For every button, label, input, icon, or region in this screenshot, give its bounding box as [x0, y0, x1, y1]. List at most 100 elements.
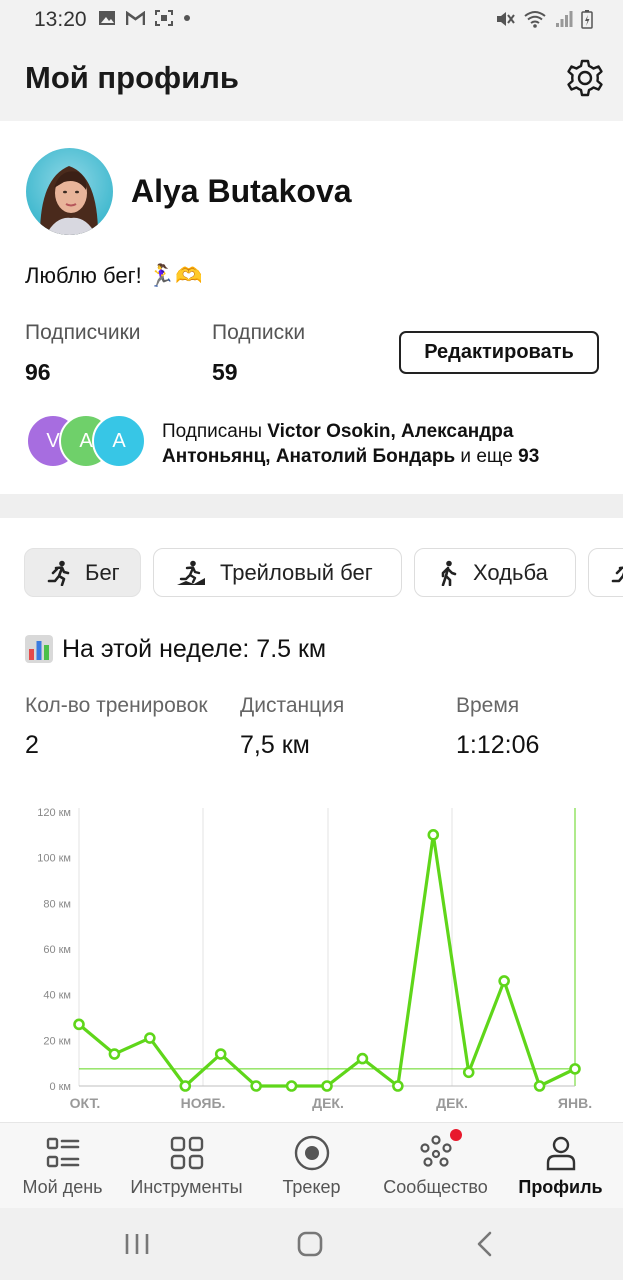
chart-y-tick-label: 80 км [43, 898, 71, 910]
bar-chart-icon [25, 635, 53, 663]
chart-point [285, 1080, 298, 1092]
distance-chart[interactable]: 0 км 20 км 40 км 60 км 80 км 100 км 120 км ОКТ.… [0, 800, 623, 1122]
gmail-icon [126, 10, 145, 25]
tab-running[interactable]: Бег [24, 548, 141, 597]
tab-label: Ходьба [473, 559, 548, 585]
chart-point [392, 1080, 404, 1092]
nav-community[interactable]: Сообщество [373, 1123, 498, 1209]
metric-value-workouts: 2 [25, 731, 39, 759]
metric-label-distance: Дистанция [240, 694, 345, 717]
mute-icon [497, 12, 515, 26]
battery-icon [581, 10, 593, 29]
chart-point [214, 1048, 227, 1060]
tracker-record-icon [294, 1135, 329, 1171]
wifi-icon [524, 11, 546, 28]
chart-x-tick-label: ДЕК. [312, 1095, 344, 1111]
chart-y-tick-label: 60 км [43, 944, 71, 956]
chart-x-tick-label: ОКТ. [70, 1095, 101, 1111]
chart-point [427, 829, 440, 841]
metric-value-time: 1:12:06 [456, 731, 540, 759]
status-notification-icons [98, 10, 191, 26]
tab-trail-running[interactable]: Трейловый бег [153, 548, 402, 597]
chart-y-tick-label: 100 км [37, 853, 71, 865]
chart-point [321, 1080, 333, 1092]
chart-point [569, 1063, 581, 1075]
chart-point [533, 1080, 546, 1092]
bio: Люблю бег! 🏃‍♀️🫶 [25, 263, 203, 289]
status-bar: 13:20 [0, 0, 623, 38]
running-icon [47, 560, 70, 586]
dot-icon [184, 15, 190, 21]
user-name: Alya Butakova [131, 173, 352, 209]
gear-icon [567, 59, 603, 97]
followed-more-count: 93 [518, 446, 540, 467]
followers-label[interactable]: Подписчики [25, 321, 141, 345]
distance-chart-svg: 0 км 20 км 40 км 60 км 80 км 100 км 120 км ОКТ.… [37, 807, 592, 1111]
tools-grid-icon [170, 1136, 203, 1170]
header: Мой профиль [0, 38, 623, 121]
chart-y-tick-label: 20 км [43, 1035, 71, 1047]
settings-button[interactable] [565, 58, 605, 98]
profile-card: Alya Butakova Люблю бег! 🏃‍♀️🫶 Подписчик… [0, 121, 623, 494]
home-icon [297, 1231, 323, 1257]
activity-tabs: Бег Трейловый бег Ходьба [24, 548, 623, 598]
chart-point [179, 1080, 192, 1092]
system-nav-bar [0, 1208, 623, 1280]
following-label[interactable]: Подписки [212, 321, 305, 345]
avatar[interactable] [26, 148, 113, 235]
followers-count[interactable]: 96 [25, 359, 51, 386]
tab-more-activity[interactable] [588, 548, 623, 597]
follower-avatars[interactable]: V A A [26, 414, 156, 468]
profile-icon [546, 1136, 575, 1171]
chart-point [498, 975, 510, 987]
back-icon [477, 1231, 492, 1257]
screenshot-icon [155, 10, 173, 26]
recent-apps-icon [125, 1234, 149, 1254]
tab-label: Бег [85, 559, 120, 585]
metric-label-time: Время [456, 694, 520, 717]
my-day-icon [46, 1137, 79, 1168]
followed-by-text[interactable]: Подписаны Victor Osokin, Александра Анто… [162, 419, 602, 469]
status-time: 13:20 [34, 8, 87, 31]
edit-profile-button[interactable]: Редактировать [399, 331, 599, 374]
tab-walking[interactable]: Ходьба [414, 548, 576, 597]
trail-running-icon [177, 560, 205, 585]
chart-point [250, 1080, 262, 1092]
chart-point [73, 1018, 85, 1031]
chart-x-tick-label: ЯНВ. [558, 1095, 592, 1111]
walking-icon [441, 560, 457, 586]
chart-x-tick-label: ДЕК. [436, 1095, 468, 1111]
chart-point [108, 1048, 121, 1060]
following-count[interactable]: 59 [212, 359, 238, 386]
chart-y-tick-label: 0 км [49, 1081, 71, 1093]
home-button[interactable] [290, 1228, 330, 1260]
status-system-icons [495, 9, 593, 29]
gallery-icon [99, 11, 115, 25]
bio-text: Люблю бег! 🏃‍♀️🫶 [25, 263, 203, 288]
chart-point [356, 1052, 369, 1065]
chart-series-line [77, 833, 576, 1088]
chart-point [462, 1066, 475, 1079]
chart-x-tick-label: НОЯБ. [181, 1095, 226, 1111]
recent-apps-button[interactable] [117, 1228, 157, 1260]
nav-my-day[interactable]: Мой день [0, 1123, 125, 1209]
nav-tools[interactable]: Инструменты [124, 1123, 249, 1209]
week-summary-title: На этой неделе: 7.5 км [24, 634, 326, 664]
notification-badge [449, 1129, 462, 1141]
tab-label: Трейловый бег [220, 559, 373, 585]
back-button[interactable] [465, 1228, 505, 1260]
follower-avatar: A [92, 414, 146, 468]
nav-profile[interactable]: Профиль [498, 1123, 623, 1209]
running-icon [611, 565, 623, 582]
metric-value-distance: 7,5 км [240, 731, 310, 759]
nav-tracker[interactable]: Трекер [249, 1123, 374, 1209]
community-icon [419, 1135, 452, 1167]
chart-y-tick-label: 40 км [43, 990, 71, 1002]
metric-label-workouts: Кол-во тренировок [25, 694, 208, 717]
section-divider [0, 494, 623, 518]
signal-icon [556, 11, 573, 27]
page-title: Мой профиль [25, 60, 239, 95]
chart-point [144, 1032, 156, 1044]
bottom-nav: Мой день Инструменты Трекер Сообщество П… [0, 1122, 623, 1208]
chart-y-tick-label: 120 км [37, 807, 71, 819]
